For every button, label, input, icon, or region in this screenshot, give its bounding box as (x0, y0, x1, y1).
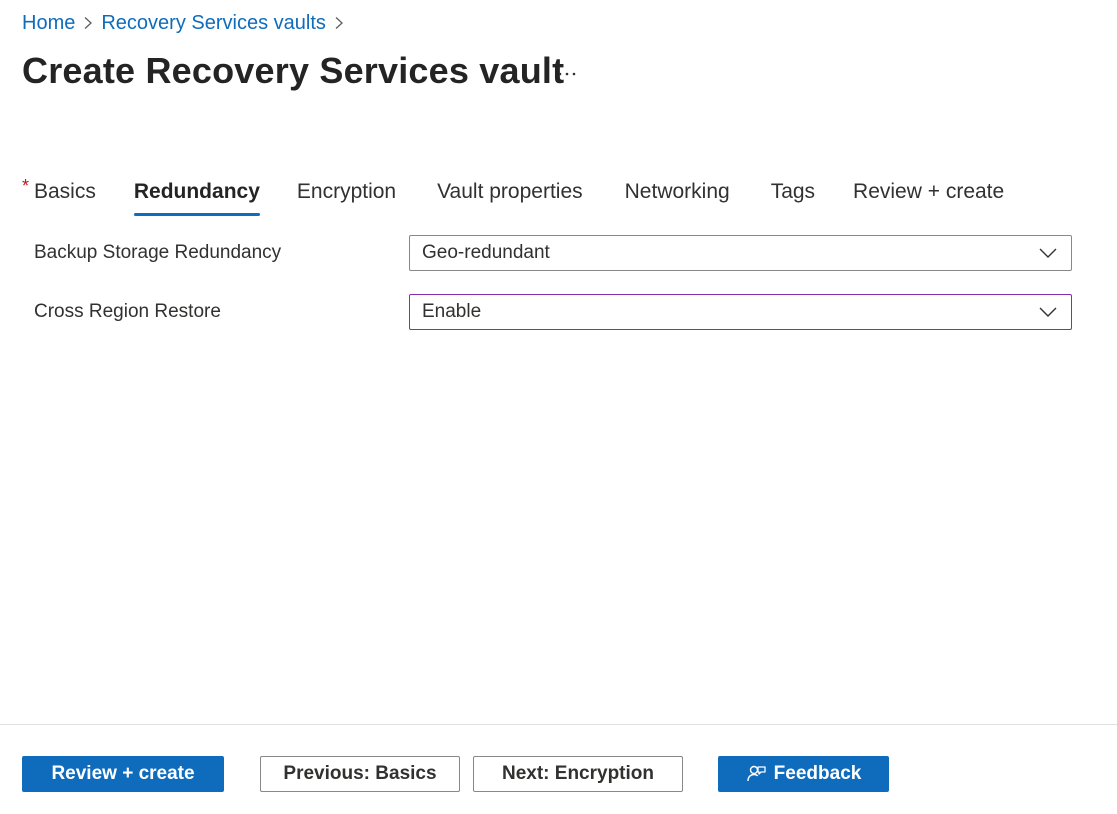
page-title: Create Recovery Services vault (22, 50, 565, 91)
backup-storage-dropdown[interactable]: Geo-redundant (409, 235, 1072, 271)
chevron-right-icon (75, 10, 101, 36)
more-options-button[interactable] (552, 58, 582, 88)
previous-button[interactable]: Previous: Basics (260, 756, 460, 792)
tab-redundancy[interactable]: Redundancy (133, 172, 260, 216)
tab-label: Encryption (296, 180, 397, 203)
tab-networking[interactable]: Networking (625, 172, 730, 216)
breadcrumb-home-link[interactable]: Home (22, 12, 75, 35)
backup-storage-value: Geo-redundant (422, 242, 550, 263)
tab-label: Tags (770, 180, 816, 203)
required-marker: * (22, 176, 30, 196)
chevron-down-icon (1037, 242, 1059, 264)
backup-storage-row: Backup Storage Redundancy Geo-redundant (34, 235, 1072, 271)
cross-region-value: Enable (422, 301, 482, 322)
tab-vault-properties[interactable]: Vault properties (437, 172, 583, 216)
more-icon (557, 64, 577, 82)
review-create-button[interactable]: Review + create (22, 756, 224, 792)
tab-encryption[interactable]: Encryption (297, 172, 396, 216)
feedback-button[interactable]: Feedback (718, 756, 889, 792)
tab-label: Redundancy (133, 180, 260, 203)
feedback-icon (746, 764, 766, 784)
cross-region-dropdown[interactable]: Enable (409, 294, 1072, 330)
breadcrumb-vaults-link[interactable]: Recovery Services vaults (101, 12, 326, 35)
chevron-down-icon (1037, 301, 1059, 323)
footer-divider (0, 724, 1117, 725)
next-button[interactable]: Next: Encryption (473, 756, 683, 792)
tab-tags[interactable]: Tags (771, 172, 815, 216)
tab-label: Review + create (853, 180, 1005, 203)
wizard-tabs: * Basics Redundancy Encryption Vault pro… (22, 172, 1004, 218)
tab-review-create[interactable]: Review + create (853, 172, 1004, 216)
tab-label: Basics (34, 180, 96, 203)
breadcrumb: Home Recovery Services vaults (22, 10, 352, 36)
backup-storage-label: Backup Storage Redundancy (34, 242, 282, 263)
tab-label: Vault properties (437, 180, 583, 203)
tab-basics[interactable]: * Basics (22, 172, 96, 216)
cross-region-label: Cross Region Restore (34, 301, 221, 322)
feedback-label: Feedback (773, 763, 862, 784)
cross-region-row: Cross Region Restore Enable (34, 294, 1072, 330)
chevron-right-icon (326, 10, 352, 36)
tab-label: Networking (624, 180, 730, 203)
